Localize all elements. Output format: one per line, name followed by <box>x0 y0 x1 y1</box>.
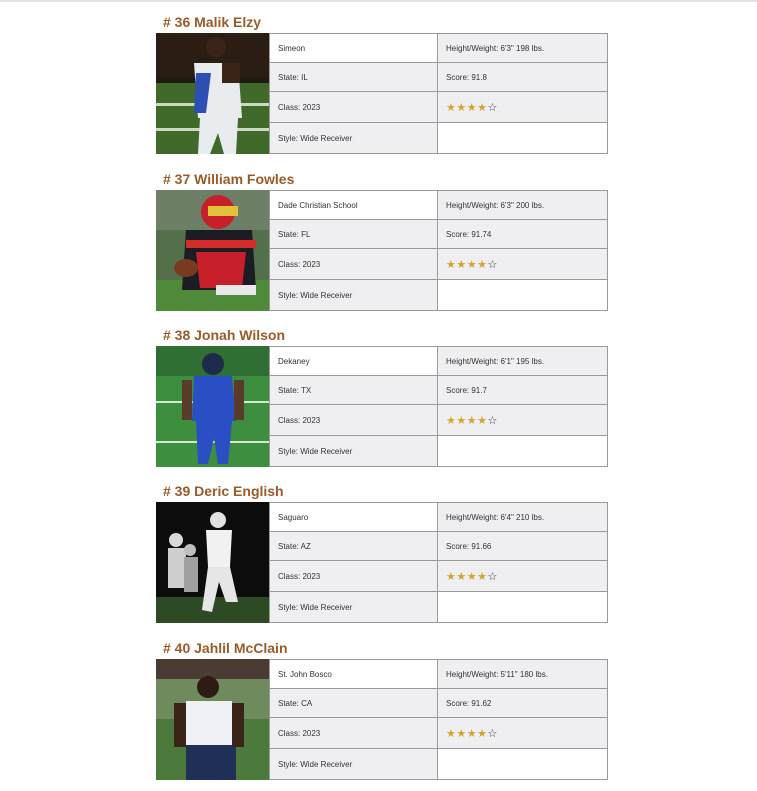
state-cell: State: FL <box>269 220 437 249</box>
empty-cell <box>437 123 607 153</box>
height-weight-cell: Height/Weight: 5'11" 180 lbs. <box>437 660 607 689</box>
empty-cell <box>437 592 607 622</box>
school-cell: St. John Bosco <box>269 660 437 689</box>
class-cell: Class: 2023 <box>269 92 437 123</box>
school-cell: Simeon <box>269 34 437 63</box>
empty-cell <box>437 280 607 310</box>
player-card-39: # 39 Deric English Saguaro Height/Weight… <box>156 480 608 623</box>
player-photo <box>156 659 269 780</box>
score-cell: Score: 91.7 <box>437 376 607 405</box>
class-cell: Class: 2023 <box>269 561 437 592</box>
height-weight-cell: Height/Weight: 6'4" 210 lbs. <box>437 503 607 532</box>
player-info-table: Saguaro Height/Weight: 6'4" 210 lbs. Sta… <box>269 502 608 623</box>
height-weight-cell: Height/Weight: 6'3" 200 lbs. <box>437 191 607 220</box>
star-filled-icon: ★ <box>466 257 478 271</box>
star-filled-icon: ★ <box>446 413 457 427</box>
star-filled-icon: ★ <box>477 100 488 114</box>
player-info-table: Dade Christian School Height/Weight: 6'3… <box>269 190 608 311</box>
star-empty-icon: ☆ <box>487 257 498 271</box>
style-cell: Style: Wide Receiver <box>269 592 437 622</box>
player-card-38: # 38 Jonah Wilson Dekaney Height/Weight:… <box>156 324 608 467</box>
player-info-table: Simeon Height/Weight: 6'3" 198 lbs. Stat… <box>269 33 608 154</box>
star-empty-icon: ☆ <box>487 413 498 427</box>
star-rating: ★★★★☆ <box>437 249 607 280</box>
player-title[interactable]: # 37 William Fowles <box>156 168 607 190</box>
score-cell: Score: 91.8 <box>437 63 607 92</box>
star-rating: ★★★★☆ <box>437 405 607 436</box>
height-weight-cell: Height/Weight: 6'3" 198 lbs. <box>437 34 607 63</box>
star-empty-icon: ☆ <box>487 726 498 740</box>
style-cell: Style: Wide Receiver <box>269 436 437 466</box>
score-cell: Score: 91.62 <box>437 689 607 718</box>
star-rating: ★★★★☆ <box>437 92 607 123</box>
star-filled-icon: ★ <box>446 257 457 271</box>
player-card-40: # 40 Jahlil McClain St. John Bosco Heigh… <box>156 637 608 780</box>
star-filled-icon: ★ <box>456 569 467 583</box>
player-card-36: # 36 Malik Elzy Simeon Height/Weight: 6'… <box>156 11 608 154</box>
state-cell: State: IL <box>269 63 437 92</box>
player-title[interactable]: # 36 Malik Elzy <box>156 11 607 33</box>
player-title[interactable]: # 40 Jahlil McClain <box>156 637 607 659</box>
star-filled-icon: ★ <box>466 413 478 427</box>
player-card-37: # 37 William Fowles Dade Christian Schoo… <box>156 168 608 311</box>
star-filled-icon: ★ <box>466 569 478 583</box>
style-cell: Style: Wide Receiver <box>269 749 437 779</box>
star-filled-icon: ★ <box>477 257 488 271</box>
state-cell: State: AZ <box>269 532 437 561</box>
star-filled-icon: ★ <box>456 100 467 114</box>
star-filled-icon: ★ <box>456 413 467 427</box>
state-cell: State: CA <box>269 689 437 718</box>
empty-cell <box>437 436 607 466</box>
star-filled-icon: ★ <box>466 100 478 114</box>
class-cell: Class: 2023 <box>269 405 437 436</box>
state-cell: State: TX <box>269 376 437 405</box>
player-title[interactable]: # 38 Jonah Wilson <box>156 324 607 346</box>
player-photo <box>156 502 269 623</box>
player-title[interactable]: # 39 Deric English <box>156 480 607 502</box>
star-filled-icon: ★ <box>477 413 488 427</box>
style-cell: Style: Wide Receiver <box>269 123 437 153</box>
player-info-table: Dekaney Height/Weight: 6'1" 195 lbs. Sta… <box>269 346 608 467</box>
star-filled-icon: ★ <box>456 726 467 740</box>
empty-cell <box>437 749 607 779</box>
star-filled-icon: ★ <box>446 100 457 114</box>
star-empty-icon: ☆ <box>487 100 498 114</box>
class-cell: Class: 2023 <box>269 718 437 749</box>
star-empty-icon: ☆ <box>487 569 498 583</box>
player-photo <box>156 190 269 311</box>
class-cell: Class: 2023 <box>269 249 437 280</box>
school-cell: Dade Christian School <box>269 191 437 220</box>
player-photo <box>156 33 269 154</box>
player-photo <box>156 346 269 467</box>
star-filled-icon: ★ <box>466 726 478 740</box>
style-cell: Style: Wide Receiver <box>269 280 437 310</box>
star-filled-icon: ★ <box>446 726 457 740</box>
player-info-table: St. John Bosco Height/Weight: 5'11" 180 … <box>269 659 608 780</box>
top-divider <box>0 0 757 2</box>
star-rating: ★★★★☆ <box>437 561 607 592</box>
score-cell: Score: 91.66 <box>437 532 607 561</box>
height-weight-cell: Height/Weight: 6'1" 195 lbs. <box>437 347 607 376</box>
star-filled-icon: ★ <box>456 257 467 271</box>
star-rating: ★★★★☆ <box>437 718 607 749</box>
star-filled-icon: ★ <box>477 726 488 740</box>
star-filled-icon: ★ <box>477 569 488 583</box>
score-cell: Score: 91.74 <box>437 220 607 249</box>
school-cell: Dekaney <box>269 347 437 376</box>
star-filled-icon: ★ <box>446 569 457 583</box>
school-cell: Saguaro <box>269 503 437 532</box>
